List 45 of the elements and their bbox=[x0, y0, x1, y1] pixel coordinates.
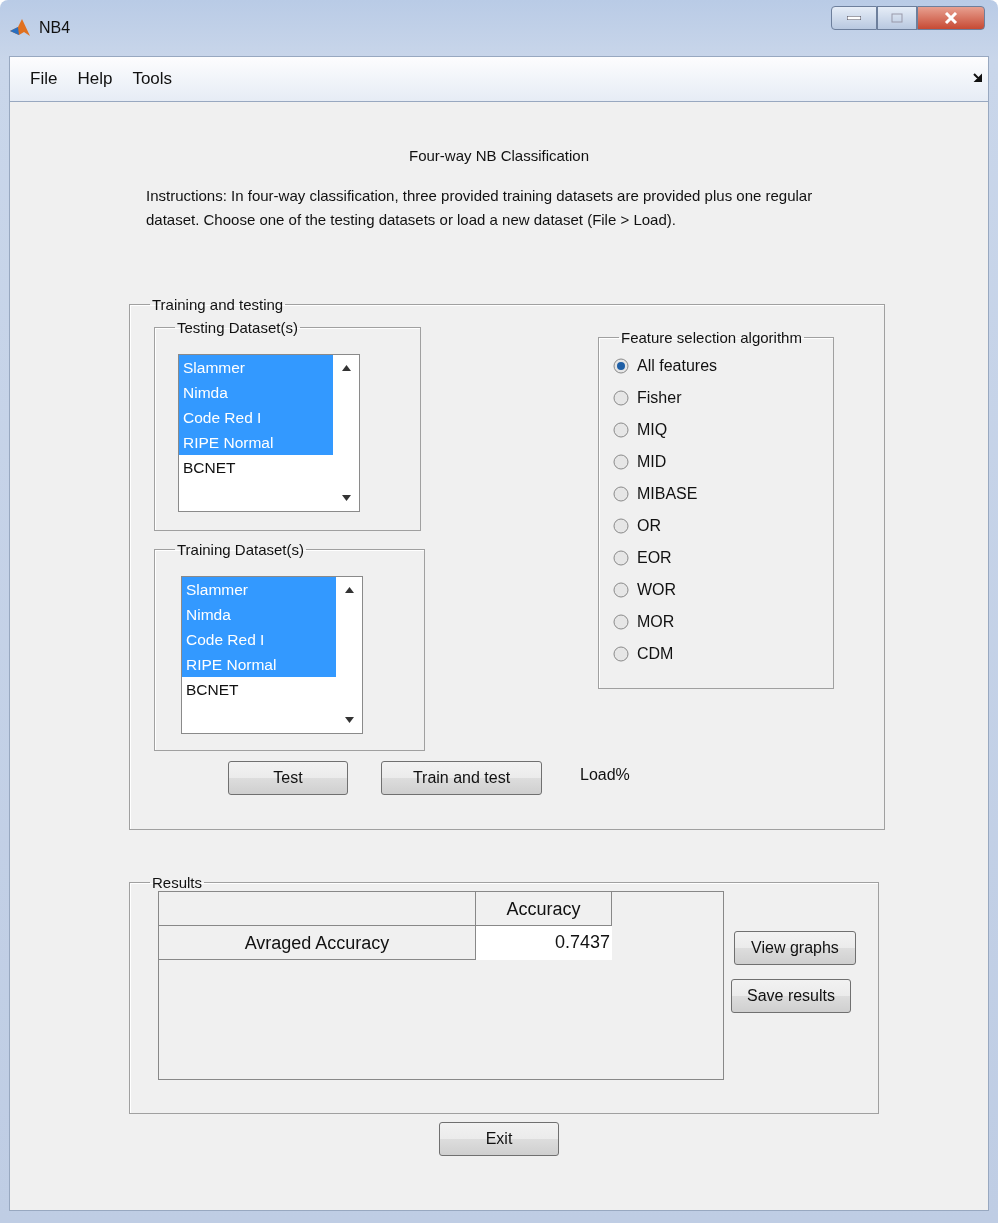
instructions-text: Instructions: In four-way classification, three provided training datasets are provided plus one regular dataset. Choose one of the testing datasets or load a new dataset (File > Load). bbox=[146, 186, 814, 230]
radio-button[interactable]: EOR bbox=[613, 542, 833, 574]
train-and-test-button[interactable]: Train and test bbox=[381, 761, 542, 795]
row-header: Avraged Accuracy bbox=[159, 926, 476, 960]
maximize-button[interactable] bbox=[877, 6, 917, 30]
save-results-button[interactable]: Save results bbox=[731, 979, 851, 1013]
panel-title: Results bbox=[151, 874, 204, 891]
group-title: Feature selection algorithm bbox=[620, 329, 803, 346]
table-cell: 0.7437 bbox=[476, 926, 612, 960]
scroll-up-icon[interactable] bbox=[344, 587, 354, 593]
list-item[interactable]: BCNET bbox=[182, 677, 336, 702]
minimize-icon bbox=[847, 16, 861, 20]
radio-button[interactable]: MIBASE bbox=[613, 478, 833, 510]
exit-button[interactable]: Exit bbox=[439, 1122, 559, 1156]
heading: Four-way NB Classification bbox=[407, 146, 591, 166]
group-title: Training Dataset(s) bbox=[176, 541, 305, 558]
app-icon bbox=[9, 18, 31, 38]
list-box[interactable]: Slammer Nimda Code Red I RIPE Normal BCNET bbox=[178, 354, 360, 512]
menu-item[interactable]: File bbox=[20, 69, 68, 89]
minimize-button[interactable] bbox=[831, 6, 877, 30]
scroll-down-icon[interactable] bbox=[344, 717, 354, 723]
close-icon bbox=[944, 12, 958, 24]
radio-button[interactable]: OR bbox=[613, 510, 833, 542]
list-box[interactable]: Slammer Nimda Code Red I RIPE Normal BCNET bbox=[181, 576, 363, 734]
maximize-icon bbox=[891, 13, 903, 23]
window-title: NB4 bbox=[39, 19, 71, 37]
test-button[interactable]: Test bbox=[228, 761, 348, 795]
radio-button[interactable]: WOR bbox=[613, 574, 833, 606]
radio-button[interactable]: CDM bbox=[613, 638, 833, 670]
list-item[interactable]: BCNET bbox=[179, 455, 333, 480]
scroll-up-icon[interactable] bbox=[341, 365, 351, 371]
menu-item[interactable]: Tools bbox=[122, 69, 183, 89]
radio-button[interactable]: MOR bbox=[613, 606, 833, 638]
load-label: Load% bbox=[580, 766, 630, 784]
radio-button[interactable]: Fisher bbox=[613, 382, 833, 414]
radio-button[interactable]: MID bbox=[613, 446, 833, 478]
scroll-down-icon[interactable] bbox=[341, 495, 351, 501]
panel-title: Training and testing bbox=[151, 296, 285, 313]
menu-item[interactable]: Help bbox=[67, 69, 123, 89]
radio-button[interactable]: MIQ bbox=[613, 414, 833, 446]
group-title: Testing Dataset(s) bbox=[176, 319, 299, 336]
radio-button[interactable]: All features bbox=[613, 350, 833, 382]
dock-arrow-icon[interactable] bbox=[973, 73, 982, 82]
view-graphs-button[interactable]: View graphs bbox=[734, 931, 856, 965]
close-button[interactable] bbox=[917, 6, 985, 30]
